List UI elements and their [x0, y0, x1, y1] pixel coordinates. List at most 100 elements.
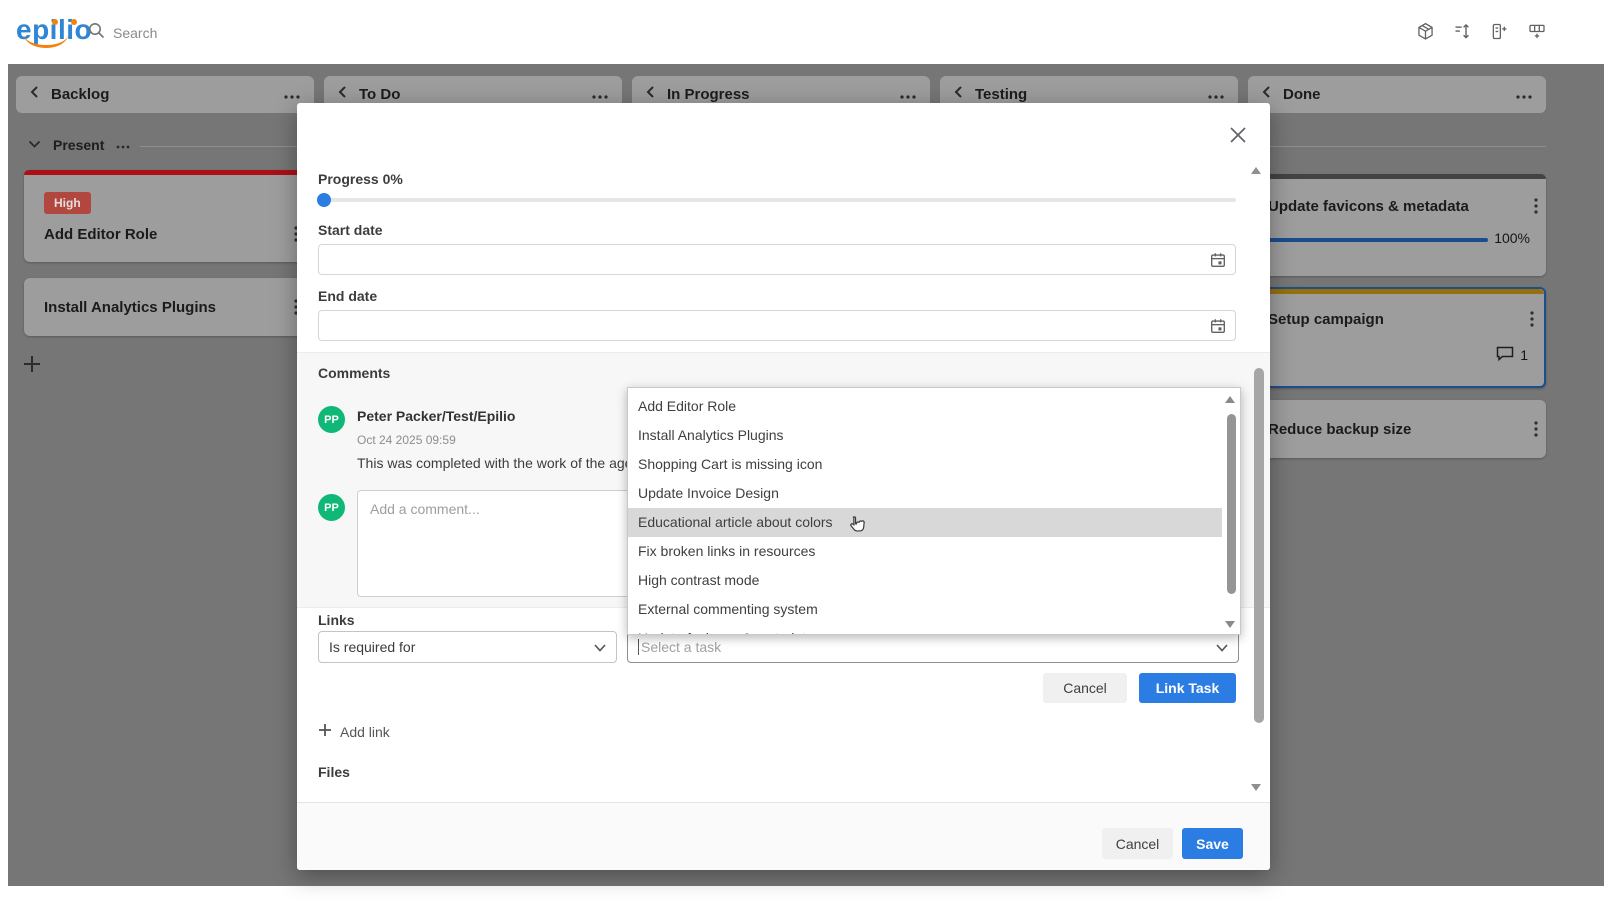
- task-title: Setup campaign: [1268, 311, 1384, 328]
- add-column-icon[interactable]: [1489, 21, 1510, 42]
- scroll-up-icon[interactable]: [1225, 396, 1235, 403]
- progress-label: Progress 0%: [318, 171, 403, 187]
- add-board-icon[interactable]: [1526, 21, 1548, 42]
- column-header-backlog[interactable]: Backlog: [16, 76, 314, 113]
- task-card[interactable]: Update favicons & metadata 100%: [1248, 174, 1546, 276]
- task-card[interactable]: Install Analytics Plugins: [24, 278, 306, 336]
- link-cancel-button[interactable]: Cancel: [1043, 673, 1127, 703]
- card-menu-icon[interactable]: [1534, 198, 1538, 219]
- card-menu-icon[interactable]: [1530, 311, 1534, 332]
- logo-swoosh-icon: [24, 32, 68, 48]
- add-link-label: Add link: [340, 724, 390, 740]
- comment-count: 1: [1520, 347, 1528, 363]
- modal-cancel-button[interactable]: Cancel: [1102, 828, 1173, 859]
- comments-title: Comments: [318, 365, 390, 381]
- scroll-down-icon[interactable]: [1225, 621, 1235, 628]
- modal-save-button[interactable]: Save: [1182, 828, 1243, 859]
- slider-thumb[interactable]: [317, 193, 331, 207]
- column-menu-icon[interactable]: [592, 86, 608, 104]
- plus-icon: [318, 723, 332, 740]
- avatar: PP: [318, 494, 345, 521]
- task-detail-modal: Progress 0% Start date End date Comments…: [297, 103, 1270, 870]
- chevron-left-icon[interactable]: [30, 85, 39, 104]
- files-title: Files: [318, 764, 350, 780]
- swimlane-menu-icon[interactable]: [116, 136, 130, 154]
- package-icon[interactable]: [1415, 21, 1436, 42]
- modal-scrollbar[interactable]: [1254, 368, 1264, 723]
- calendar-icon[interactable]: [1209, 317, 1227, 340]
- chevron-left-icon[interactable]: [954, 85, 963, 104]
- swimlane-header[interactable]: Present: [28, 136, 130, 154]
- column-menu-icon[interactable]: [284, 86, 300, 104]
- column-title: Done: [1283, 86, 1504, 103]
- add-card-button[interactable]: [22, 354, 42, 379]
- task-card[interactable]: High Add Editor Role: [24, 170, 306, 262]
- text-caret: [638, 639, 639, 655]
- dropdown-option[interactable]: Shopping Cart is missing icon: [628, 450, 1222, 479]
- chevron-down-icon[interactable]: [28, 136, 41, 154]
- end-date-field[interactable]: [318, 310, 1236, 341]
- search-input[interactable]: Search: [88, 22, 157, 44]
- column-menu-icon[interactable]: [1516, 86, 1532, 104]
- logo-dot-icon: [71, 19, 77, 25]
- comment-timestamp: Oct 24 2025 09:59: [357, 433, 456, 447]
- links-title: Links: [318, 612, 355, 628]
- column-title: To Do: [359, 86, 580, 103]
- column-title: In Progress: [667, 86, 888, 103]
- sort-icon[interactable]: [1452, 21, 1473, 42]
- comment-author: Peter Packer/Test/Epilio: [357, 408, 515, 424]
- column-title: Backlog: [51, 86, 272, 103]
- search-placeholder: Search: [113, 25, 157, 41]
- calendar-icon[interactable]: [1209, 251, 1227, 274]
- chevron-down-icon: [594, 639, 606, 655]
- task-dropdown-list: Add Editor Role Install Analytics Plugin…: [627, 387, 1241, 635]
- dropdown-option[interactable]: High contrast mode: [628, 566, 1222, 595]
- search-icon: [88, 22, 105, 44]
- chevron-left-icon[interactable]: [646, 85, 655, 104]
- top-bar: epilio Search: [0, 0, 1612, 64]
- cursor-pointer-icon: [846, 514, 868, 543]
- modal-footer: Cancel Save: [297, 802, 1270, 870]
- dropdown-scrollbar[interactable]: [1227, 414, 1236, 594]
- link-task-combobox[interactable]: Select a task: [627, 631, 1239, 663]
- task-card[interactable]: Reduce backup size: [1248, 400, 1546, 458]
- avatar: PP: [318, 406, 345, 433]
- dropdown-option[interactable]: Update Invoice Design: [628, 479, 1222, 508]
- dropdown-option-highlighted[interactable]: Educational article about colors: [628, 508, 1222, 537]
- dropdown-option[interactable]: Fix broken links in resources: [628, 537, 1222, 566]
- task-card-selected[interactable]: Setup campaign 1: [1248, 287, 1546, 388]
- chevron-left-icon[interactable]: [338, 85, 347, 104]
- progress-percent: 100%: [1494, 230, 1530, 246]
- card-menu-icon[interactable]: [1534, 421, 1538, 442]
- modal-scroll-up-icon[interactable]: [1251, 167, 1261, 174]
- column-menu-icon[interactable]: [1208, 86, 1224, 104]
- priority-strip: [1250, 289, 1544, 294]
- link-task-button[interactable]: Link Task: [1139, 673, 1236, 703]
- task-title: Update favicons & metadata: [1268, 198, 1469, 215]
- dropdown-option[interactable]: Update favicons & metadata: [628, 624, 1222, 635]
- progress-bar: [1268, 238, 1488, 242]
- add-link-button[interactable]: Add link: [318, 723, 390, 740]
- priority-strip: [24, 170, 306, 175]
- swimlane-title: Present: [53, 137, 104, 153]
- relation-value: Is required for: [329, 639, 415, 655]
- column-title: Testing: [975, 86, 1196, 103]
- end-date-label: End date: [318, 288, 377, 304]
- dropdown-option[interactable]: Add Editor Role: [628, 392, 1222, 421]
- logo-dot-icon: [52, 19, 58, 25]
- start-date-field[interactable]: [318, 244, 1236, 275]
- chevron-down-icon: [1216, 639, 1228, 655]
- start-date-label: Start date: [318, 222, 383, 238]
- column-header-done[interactable]: Done: [1248, 76, 1546, 113]
- task-title: Add Editor Role: [44, 226, 157, 243]
- comment-bubble-icon: [1496, 345, 1514, 364]
- chevron-left-icon[interactable]: [1262, 85, 1271, 104]
- close-icon[interactable]: [1228, 125, 1250, 147]
- progress-slider[interactable]: [318, 198, 1236, 202]
- modal-scroll-down-icon[interactable]: [1251, 784, 1261, 791]
- dropdown-option[interactable]: External commenting system: [628, 595, 1222, 624]
- link-relation-select[interactable]: Is required for: [318, 631, 617, 663]
- column-menu-icon[interactable]: [900, 86, 916, 104]
- dropdown-option[interactable]: Install Analytics Plugins: [628, 421, 1222, 450]
- priority-badge: High: [44, 192, 91, 214]
